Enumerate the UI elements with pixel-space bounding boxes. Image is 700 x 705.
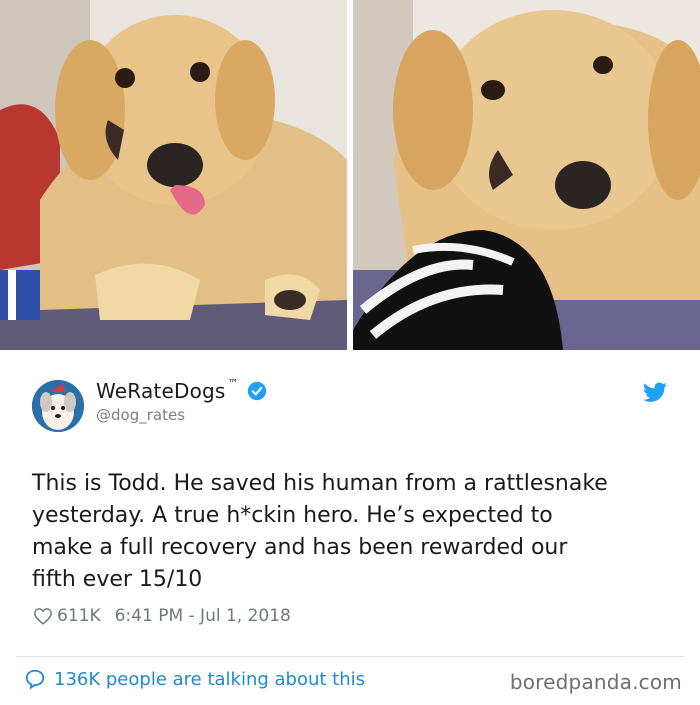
tweet-timestamp[interactable]: 6:41 PM - Jul 1, 2018 <box>115 606 291 626</box>
like-count[interactable]: 611K <box>57 606 101 626</box>
tweet-meta: 611K 6:41 PM - Jul 1, 2018 <box>33 606 291 626</box>
author-name[interactable]: WeRateDogs ™ <box>96 376 267 403</box>
conversation-link[interactable]: 136K people are talking about this <box>24 668 365 690</box>
avatar-dog-icon <box>32 380 84 432</box>
trademark-symbol: ™ <box>227 376 239 390</box>
heart-icon[interactable] <box>33 607 53 625</box>
dog-photo-1-illustration <box>0 0 347 350</box>
tweet-photos <box>0 0 700 350</box>
photo-dog-tongue[interactable] <box>0 0 347 350</box>
dog-photo-2-illustration <box>353 0 700 350</box>
author-handle[interactable]: @dog_rates <box>96 406 185 424</box>
watermark: boredpanda.com <box>509 670 682 694</box>
author-avatar[interactable] <box>32 380 84 432</box>
divider <box>16 656 684 657</box>
twitter-bird-icon[interactable] <box>642 382 668 404</box>
speech-bubble-icon <box>25 669 45 690</box>
photo-dog-zebra-pillow[interactable] <box>353 0 700 350</box>
conversation-text[interactable]: 136K people are talking about this <box>54 669 365 690</box>
tweet-text: This is Todd. He saved his human from a … <box>32 471 608 592</box>
verified-badge-icon <box>247 381 266 401</box>
author-name-text[interactable]: WeRateDogs <box>96 379 226 403</box>
